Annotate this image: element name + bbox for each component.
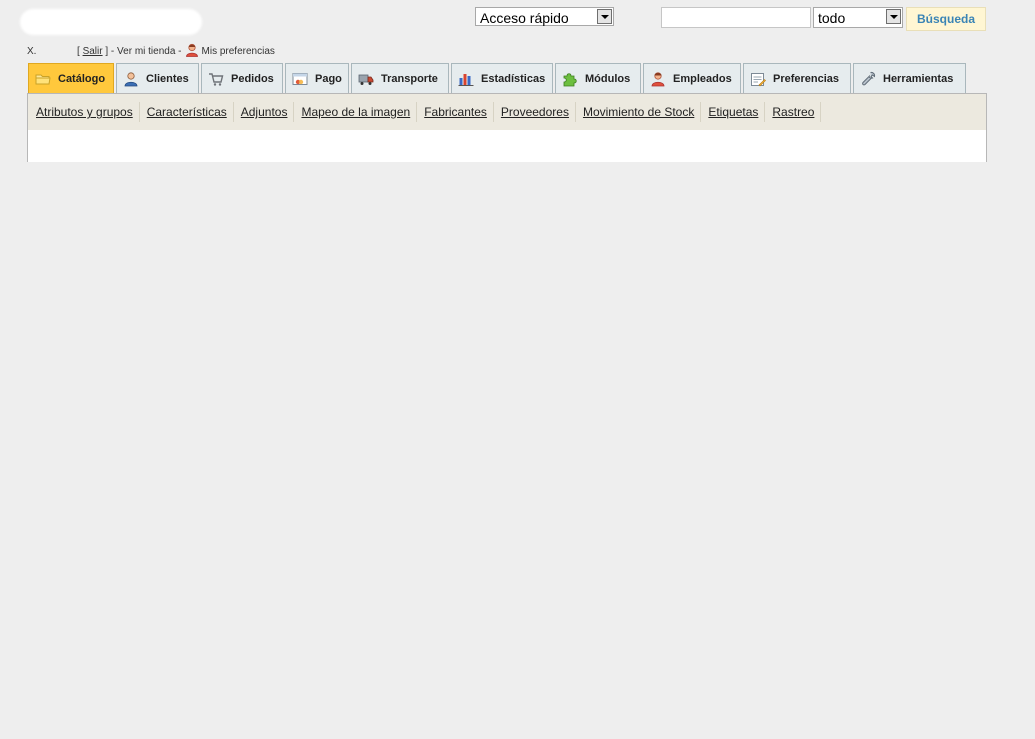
user-bar: X. [ Salir ] - Ver mi tienda - Mis prefe…	[27, 43, 275, 60]
user-icon	[185, 43, 199, 60]
tab-label: Empleados	[673, 72, 732, 85]
search-input[interactable]	[661, 7, 811, 28]
preferences-icon	[750, 71, 766, 87]
subnav-rastreo[interactable]: Rastreo	[765, 102, 822, 122]
subnav-etiquetas[interactable]: Etiquetas	[701, 102, 766, 122]
tab-label: Catálogo	[58, 72, 106, 85]
tab-herramientas[interactable]: Herramientas	[853, 63, 966, 93]
my-preferences-link[interactable]: Mis preferencias	[202, 46, 275, 57]
subnav-atributos[interactable]: Atributos y grupos	[29, 102, 140, 122]
puzzle-icon	[562, 71, 578, 87]
tab-empleados[interactable]: Empleados	[643, 63, 741, 93]
user-name: X.	[27, 46, 37, 57]
tab-label: Estadísticas	[481, 72, 546, 85]
tab-catalogo[interactable]: Catálogo	[28, 63, 114, 93]
chart-icon	[458, 71, 474, 87]
wrench-icon	[860, 71, 876, 87]
tab-label: Herramientas	[883, 72, 954, 85]
search-button[interactable]: Búsqueda	[906, 7, 986, 31]
tab-pago[interactable]: Pago	[285, 63, 349, 93]
tab-modulos[interactable]: Módulos	[555, 63, 641, 93]
subnav-caracteristicas[interactable]: Características	[140, 102, 234, 122]
tab-label: Preferencias	[773, 72, 840, 85]
folder-icon	[35, 71, 51, 87]
view-store-link[interactable]: Ver mi tienda -	[117, 46, 181, 57]
catalog-subnav: Atributos y grupos Características Adjun…	[27, 93, 987, 131]
tab-preferencias[interactable]: Preferencias	[743, 63, 851, 93]
cart-icon	[208, 71, 224, 87]
content-area	[27, 130, 987, 162]
tab-label: Pedidos	[231, 72, 274, 85]
search-scope-select[interactable]: todo	[813, 7, 903, 28]
tab-label: Pago	[315, 72, 342, 85]
tab-pedidos[interactable]: Pedidos	[201, 63, 283, 93]
quick-access-select[interactable]: Acceso rápido	[475, 7, 614, 26]
main-tabs: Catálogo Clientes Pedidos Pago Transport…	[28, 63, 968, 94]
subnav-movimiento-stock[interactable]: Movimiento de Stock	[576, 102, 702, 122]
tab-label: Módulos	[585, 72, 631, 85]
subnav-proveedores[interactable]: Proveedores	[494, 102, 576, 122]
tab-label: Transporte	[381, 72, 438, 85]
customer-icon	[123, 71, 139, 87]
logout-link[interactable]: Salir	[83, 46, 103, 57]
logout-bracket-close: ] -	[105, 46, 115, 57]
chevron-down-icon[interactable]	[886, 9, 901, 24]
chevron-down-icon[interactable]	[597, 9, 612, 24]
tab-label: Clientes	[146, 72, 189, 85]
subnav-adjuntos[interactable]: Adjuntos	[234, 102, 295, 122]
tab-transporte[interactable]: Transporte	[351, 63, 449, 93]
tab-estadisticas[interactable]: Estadísticas	[451, 63, 553, 93]
tab-clientes[interactable]: Clientes	[116, 63, 199, 93]
payment-icon	[292, 71, 308, 87]
shop-logo	[20, 9, 202, 35]
quick-access-value: Acceso rápido	[480, 10, 569, 26]
subnav-mapeo-imagen[interactable]: Mapeo de la imagen	[294, 102, 418, 122]
employee-icon	[650, 71, 666, 87]
truck-icon	[358, 71, 374, 87]
subnav-fabricantes[interactable]: Fabricantes	[417, 102, 494, 122]
logout-bracket-open: [	[77, 46, 80, 57]
search-scope-value: todo	[818, 10, 846, 26]
